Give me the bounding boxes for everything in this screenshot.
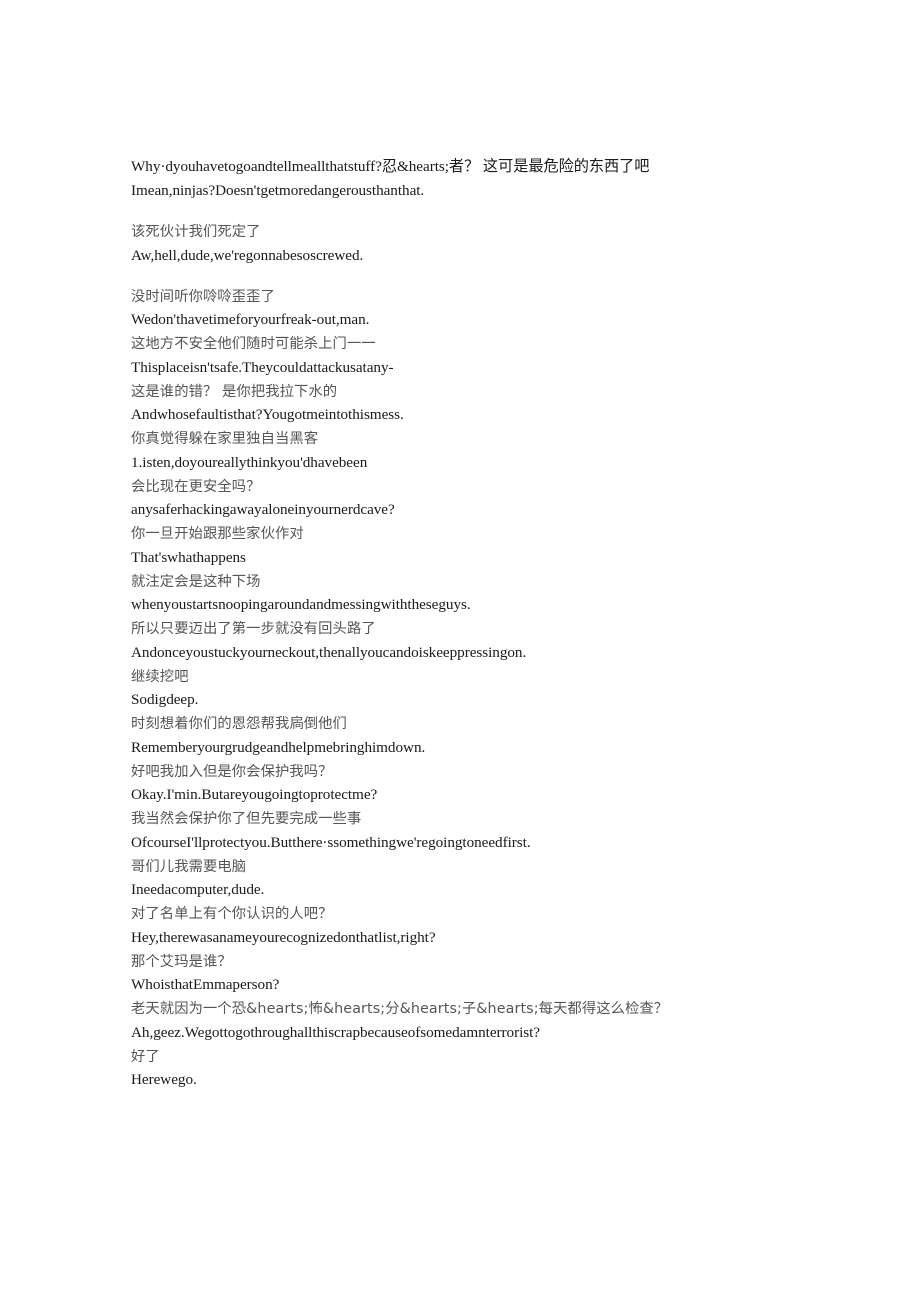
transcript-line-english: anysaferhackingawayaloneinyournerdcave? <box>131 501 395 519</box>
document-page: Why·dyouhavetogoandtellmeallthatstuff?忍&… <box>0 0 920 1301</box>
transcript-line-english: 1.isten,doyoureallythinkyou'dhavebeen <box>131 453 368 471</box>
dialogue-block: 好了 Herewego. <box>131 1045 831 1093</box>
transcript-line-english: WhoisthatEmmaperson? <box>131 976 280 994</box>
transcript-line-english: Okay.Ӏ'min.Butareyougoingtoprotectme? <box>131 786 378 804</box>
transcript-line-chinese: 好了 <box>131 1048 160 1065</box>
transcript-line-english: Ineedacomputer,dude. <box>131 881 265 899</box>
transcript-line-chinese: 哥们儿我需要电脑 <box>131 858 247 875</box>
dialogue-block: 这地方不安全他们随时可能杀上门一一 Thisplaceisn'tsafe.The… <box>131 332 831 380</box>
dialogue-block: 老天就因为一个恐&hearts;怖&hearts;分&hearts;子&hear… <box>131 997 831 1045</box>
transcript-line-english: whenyoustartsnoopingaroundandmessingwith… <box>131 596 471 614</box>
dialogue-block: 好吧我加入但是你会保护我吗？ Okay.Ӏ'min.Butareyougoing… <box>131 760 831 808</box>
dialogue-block: 就注定会是这种下场 whenyoustartsnoopingaroundandm… <box>131 570 831 618</box>
transcript-line-english: Herewego. <box>131 1071 197 1089</box>
transcript-line-chinese: 你一旦开始跟那些家伙作对 <box>131 526 304 543</box>
transcript-line-chinese: 你真觉得躲在家里独自当黑客 <box>131 431 319 448</box>
transcript-line-english: Andonceyoustuckyourneckout,thenallyoucan… <box>131 643 527 661</box>
transcript-line-chinese: 继续挖吧 <box>131 668 189 685</box>
dialogue-block: Why·dyouhavetogoandtellmeallthatstuff?忍&… <box>131 155 831 203</box>
dialogue-block: 那个艾玛是谁？ WhoisthatEmmaperson? <box>131 950 831 998</box>
transcript-line-chinese: 时刻想着你们的恩怨帮我扄倒他们 <box>131 716 347 733</box>
dialogue-block: 对了名单上有个你认识的人吧？ Hey,therewasanameyourecog… <box>131 902 831 950</box>
dialogue-block: 该死伙计我们死定了 Aw,hell,dude,we'regonnabesoscr… <box>131 220 831 268</box>
transcript-line-chinese: 所以只要迈出了第一步就没有回头路了 <box>131 621 376 638</box>
transcript-line-english: Aw,hell,dude,we'regonnabesoscrewed. <box>131 246 364 264</box>
transcript-body: Why·dyouhavetogoandtellmeallthatstuff?忍&… <box>131 155 831 1092</box>
transcript-line-english: OfcourseӀ'llprotectyou.Butthere·ssomethi… <box>131 833 531 851</box>
transcript-line-chinese: 会比现在更安全吗？ <box>131 478 261 495</box>
transcript-line-english: Sodigdeep. <box>131 691 199 709</box>
dialogue-block: 所以只要迈出了第一步就没有回头路了 Andonceyoustuckyournec… <box>131 617 831 665</box>
transcript-line-english: Thisplaceisn'tsafe.Theycouldattackusatan… <box>131 358 394 376</box>
transcript-line-chinese: 这地方不安全他们随时可能杀上门一一 <box>131 336 376 353</box>
transcript-line-chinese: 该死伙计我们死定了 <box>131 224 261 241</box>
dialogue-block: 哥们儿我需要电脑 Ineedacomputer,dude. <box>131 855 831 903</box>
transcript-line-english: Rememberyourgrudgeandhelpmebringhimdown. <box>131 738 426 756</box>
dialogue-block: 没时间听你唥唥歪歪了 Wedon'thavetimeforyourfreak-o… <box>131 285 831 333</box>
transcript-line-chinese: 老天就因为一个恐&hearts;怖&hearts;分&hearts;子&hear… <box>131 1001 669 1018</box>
transcript-line-english: Imean,ninjas?Doesn'tgetmoredangerousthan… <box>131 182 425 200</box>
transcript-line-english: Why·dyouhavetogoandtellmeallthatstuff?忍&… <box>131 158 650 175</box>
transcript-line-chinese: 好吧我加入但是你会保护我吗？ <box>131 763 333 780</box>
dialogue-block: 会比现在更安全吗？ anysaferhackingawayaloneinyour… <box>131 475 831 523</box>
dialogue-block: 这是谁的错？ 是你把我拉下水的 Andwhosefaultisthat?Youg… <box>131 380 831 428</box>
transcript-line-english: Wedon'thavetimeforyourfreak-out,man. <box>131 311 370 329</box>
dialogue-block: 你一旦开始跟那些家伙作对 That'swhathappens <box>131 522 831 570</box>
transcript-line-chinese: 就注定会是这种下场 <box>131 573 261 590</box>
transcript-line-english: Andwhosefaultisthat?Yougotmeintothismess… <box>131 406 404 424</box>
transcript-line-chinese: 我当然会保护你了但先要完成一些事 <box>131 811 362 828</box>
transcript-line-chinese: 没时间听你唥唥歪歪了 <box>131 288 275 305</box>
transcript-line-english: Ah,geez.Wegottogothroughallthiscrapbecau… <box>131 1023 540 1041</box>
dialogue-block: 我当然会保护你了但先要完成一些事 OfcourseӀ'llprotectyou.… <box>131 807 831 855</box>
transcript-line-chinese: 对了名单上有个你认识的人吧？ <box>131 906 333 923</box>
dialogue-block: 继续挖吧 Sodigdeep. <box>131 665 831 713</box>
transcript-line-chinese: 那个艾玛是谁？ <box>131 953 232 970</box>
transcript-line-english: Hey,therewasanameyourecognizedonthatlist… <box>131 928 436 946</box>
dialogue-block: 你真觉得躲在家里独自当黑客 1.isten,doyoureallythinkyo… <box>131 427 831 475</box>
transcript-line-english: That'swhathappens <box>131 548 246 566</box>
dialogue-block: 时刻想着你们的恩怨帮我扄倒他们 Rememberyourgrudgeandhel… <box>131 712 831 760</box>
transcript-line-chinese: 这是谁的错？ 是你把我拉下水的 <box>131 383 338 400</box>
